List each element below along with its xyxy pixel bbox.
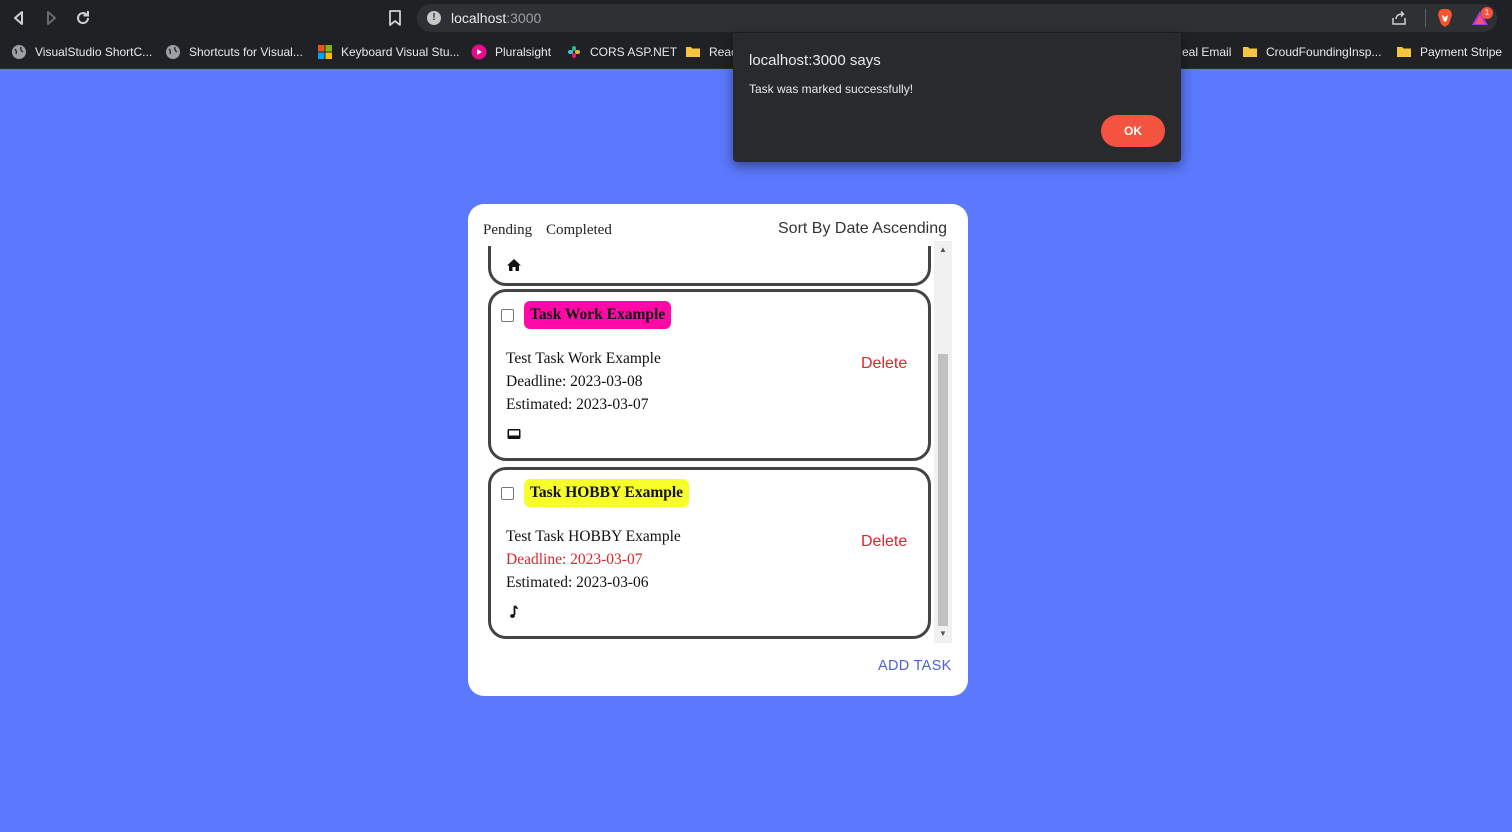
bookmark-page-button[interactable] [386, 8, 404, 28]
bookmark-label: VisualStudio ShortC... [35, 45, 153, 59]
task-list-scrollbar[interactable]: ▲ ▼ [934, 241, 952, 643]
globe-icon [165, 44, 181, 60]
bookmark-item[interactable]: VisualStudio ShortC... [11, 42, 152, 62]
brave-shields-icon[interactable] [1436, 8, 1454, 28]
scroll-thumb[interactable] [938, 354, 948, 626]
toolbar-separator [1425, 9, 1426, 27]
bookmark-label: Keyboard Visual Stu... [341, 45, 460, 59]
add-task-button[interactable]: ADD TASK [878, 658, 952, 674]
bookmark-item[interactable]: Shortcuts for Visual... [165, 42, 303, 62]
task-item: Task Work Example Test Task Work Example… [488, 289, 931, 461]
task-card: Pending Completed Sort By Date Ascending… [468, 204, 968, 696]
url-host: localhost [451, 10, 507, 26]
forward-icon [47, 11, 56, 25]
bookmark-item[interactable]: Keyboard Visual Stu... [317, 42, 460, 62]
bookmark-label: Shortcuts for Visual... [189, 45, 303, 59]
tab-completed[interactable]: Completed [546, 222, 612, 239]
tab-pending[interactable]: Pending [483, 222, 532, 239]
forward-button[interactable] [41, 8, 61, 28]
reload-icon [77, 11, 90, 25]
task-complete-checkbox[interactable] [501, 487, 514, 500]
bookmark-label: Pluralsight [495, 45, 552, 59]
home-icon [506, 257, 522, 273]
alert-dialog: localhost:3000 says Task was marked succ… [733, 33, 1181, 162]
task-deadline: Deadline: 2023-03-08 [506, 373, 643, 390]
microsoft-icon [317, 44, 333, 60]
back-button[interactable] [9, 8, 29, 28]
globe-icon [11, 44, 27, 60]
task-list: Task Work Example Test Task Work Example… [488, 246, 952, 644]
slack-icon [566, 44, 582, 60]
bookmark-item[interactable]: Payment Stripe [1396, 42, 1502, 62]
delete-task-button[interactable]: Delete [861, 355, 907, 373]
address-bar[interactable]: ! localhost:3000 [417, 4, 1497, 32]
task-title-tag: Task HOBBY Example [524, 479, 690, 507]
bookmark-label: Payment Stripe [1420, 45, 1503, 59]
reload-button[interactable] [73, 8, 93, 28]
task-description: Test Task HOBBY Example [506, 528, 681, 545]
bookmark-icon [389, 10, 401, 26]
delete-task-button[interactable]: Delete [861, 533, 907, 551]
dialog-ok-button[interactable]: OK [1101, 115, 1165, 147]
dialog-message: Task was marked successfully! [749, 82, 914, 96]
bookmark-item[interactable]: eal Email [1182, 42, 1231, 62]
inbox-icon [506, 426, 522, 442]
folder-icon [1396, 44, 1412, 60]
music-note-icon [506, 604, 522, 620]
task-item [488, 246, 931, 286]
pluralsight-icon [471, 44, 487, 60]
scroll-up-arrow-icon[interactable]: ▲ [934, 241, 952, 257]
task-deadline: Deadline: 2023-03-07 [506, 551, 643, 568]
bookmark-item[interactable]: Reac [685, 42, 737, 62]
folder-icon [1242, 44, 1258, 60]
task-complete-checkbox[interactable] [501, 309, 514, 322]
scroll-down-arrow-icon[interactable]: ▼ [934, 627, 952, 643]
back-icon [14, 11, 23, 25]
bookmark-item[interactable]: CroudFoundingInsp... [1242, 42, 1381, 62]
task-estimated: Estimated: 2023-03-07 [506, 396, 649, 413]
task-item: Task HOBBY Example Test Task HOBBY Examp… [488, 467, 931, 639]
folder-icon [685, 44, 701, 60]
bookmark-label: eal Email [1182, 45, 1232, 59]
site-info-icon[interactable]: ! [427, 11, 441, 25]
task-estimated: Estimated: 2023-03-06 [506, 574, 649, 591]
dialog-title: localhost:3000 says [749, 52, 881, 69]
rewards-badge: 1 [1481, 7, 1493, 19]
share-icon[interactable] [1390, 9, 1408, 27]
task-title-tag: Task Work Example [524, 301, 672, 329]
sort-button[interactable]: Sort By Date Ascending [778, 220, 947, 238]
url-port: :3000 [506, 10, 542, 26]
bookmark-item[interactable]: CORS ASP.NET [566, 42, 677, 62]
browser-toolbar: ! localhost:3000 1 [0, 0, 1512, 36]
bookmark-label: CroudFoundingInsp... [1266, 45, 1382, 59]
url-text[interactable]: localhost:3000 [451, 10, 541, 26]
task-description: Test Task Work Example [506, 350, 661, 367]
bookmark-item[interactable]: Pluralsight [471, 42, 551, 62]
bookmark-label: CORS ASP.NET [590, 45, 678, 59]
